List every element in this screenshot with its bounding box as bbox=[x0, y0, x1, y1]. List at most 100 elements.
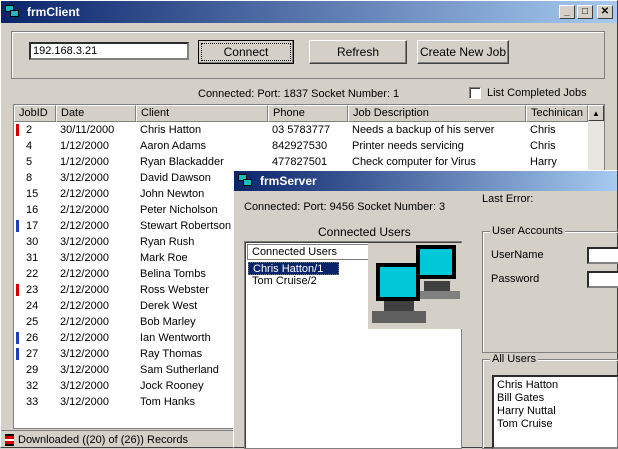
cell-text: 33 bbox=[26, 396, 39, 408]
hourglass-icon bbox=[5, 434, 14, 446]
minimize-button[interactable]: _ bbox=[559, 5, 575, 19]
list-item[interactable]: Chris Hatton bbox=[497, 379, 614, 392]
client-connection-status: Connected: Port: 1837 Socket Number: 1 bbox=[198, 88, 400, 100]
cell-text: 3/12/2000 bbox=[60, 364, 109, 376]
app-icon bbox=[238, 174, 254, 188]
maximize-button[interactable]: □ bbox=[577, 5, 593, 19]
table-cell: 22 bbox=[14, 266, 56, 282]
table-cell: 27 bbox=[14, 346, 56, 362]
last-error-label: Last Error: bbox=[482, 193, 534, 205]
cell-text: Harry bbox=[530, 156, 557, 168]
cell-text: 25 bbox=[26, 316, 39, 328]
cell-text: Aaron Adams bbox=[140, 140, 207, 152]
column-header[interactable]: JobID bbox=[14, 105, 56, 122]
checkbox-box[interactable] bbox=[469, 87, 481, 99]
cell-text: Printer needs servicing bbox=[352, 140, 464, 152]
cell-text: 16 bbox=[26, 204, 39, 216]
cell-text: Needs a backup of his server bbox=[352, 124, 495, 136]
connected-users-label: Connected Users bbox=[318, 225, 411, 239]
column-header[interactable]: Client bbox=[136, 105, 268, 122]
cell-text: Chris bbox=[530, 124, 556, 136]
cell-text: 27 bbox=[26, 348, 39, 360]
cell-text: 03 5783777 bbox=[272, 124, 331, 136]
table-row[interactable]: 5 1/12/2000 Ryan Blackadder 477827501 Check … bbox=[14, 154, 604, 170]
cell-text: David Dawson bbox=[140, 172, 211, 184]
all-users-legend: All Users bbox=[490, 353, 539, 365]
cell-text: 2/12/2000 bbox=[60, 300, 109, 312]
column-header[interactable]: Date bbox=[56, 105, 136, 122]
priority-flag-icon bbox=[16, 124, 19, 136]
user-accounts-legend: User Accounts bbox=[490, 225, 565, 237]
column-header[interactable]: Job Description bbox=[348, 105, 526, 122]
cell-text: 3/12/2000 bbox=[60, 380, 109, 392]
table-cell: 03 5783777 bbox=[268, 122, 348, 138]
table-cell: 30/11/2000 bbox=[56, 122, 136, 138]
cell-text: Derek West bbox=[140, 300, 198, 312]
password-input[interactable] bbox=[587, 271, 618, 288]
cell-text: 3/12/2000 bbox=[60, 396, 109, 408]
table-cell: 2/12/2000 bbox=[56, 186, 136, 202]
cell-text: 30 bbox=[26, 236, 39, 248]
table-cell: Chris bbox=[526, 138, 588, 154]
table-row[interactable]: 4 1/12/2000 Aaron Adams 842927530 Printer ne… bbox=[14, 138, 604, 154]
table-cell: 8 bbox=[14, 170, 56, 186]
table-row[interactable]: 2 30/11/2000 Chris Hatton 03 5783777 Needs a… bbox=[14, 122, 604, 138]
list-item[interactable]: Bill Gates bbox=[497, 392, 614, 405]
cell-text: 477827501 bbox=[272, 156, 328, 168]
column-header[interactable]: Phone bbox=[268, 105, 348, 122]
cell-text: Tom Hanks bbox=[140, 396, 196, 408]
cell-text: Ross Webster bbox=[140, 284, 209, 296]
table-cell: Chris Hatton bbox=[136, 122, 268, 138]
client-title: frmClient bbox=[27, 5, 80, 19]
list-item[interactable]: Tom Cruise bbox=[497, 418, 614, 431]
priority-flag-icon bbox=[16, 332, 19, 344]
table-cell: 2 bbox=[14, 122, 56, 138]
table-cell: 2/12/2000 bbox=[56, 298, 136, 314]
table-cell: 23 bbox=[14, 282, 56, 298]
table-cell: 30 bbox=[14, 234, 56, 250]
cell-text: 2 bbox=[26, 124, 33, 136]
table-cell: 2/12/2000 bbox=[56, 202, 136, 218]
column-header[interactable]: Techinican bbox=[526, 105, 588, 122]
table-cell: 3/12/2000 bbox=[56, 250, 136, 266]
all-users-list[interactable]: Chris Hatton Bill Gates Harry Nuttal Tom… bbox=[492, 375, 618, 449]
cell-text: Ray Thomas bbox=[140, 348, 203, 360]
table-cell: 3/12/2000 bbox=[56, 362, 136, 378]
cell-text: 24 bbox=[26, 300, 39, 312]
close-button[interactable]: ✕ bbox=[597, 5, 613, 19]
cell-text: 32 bbox=[26, 380, 39, 392]
grid-header: JobID Date Client Phone Job Description Techi… bbox=[14, 105, 604, 122]
cell-text: 4 bbox=[26, 140, 33, 152]
username-input[interactable] bbox=[587, 247, 618, 264]
priority-flag-icon bbox=[16, 220, 19, 232]
list-completed-jobs-checkbox[interactable]: List Completed Jobs bbox=[469, 87, 587, 99]
table-cell: 29 bbox=[14, 362, 56, 378]
connect-button[interactable]: Connect bbox=[198, 40, 294, 64]
cell-text: 29 bbox=[26, 364, 39, 376]
cell-text: Mark Roe bbox=[140, 252, 188, 264]
server-window: frmServer Connected: Port: 9456 Socket N… bbox=[233, 170, 618, 449]
list-item[interactable]: Chris Hatton/1 bbox=[248, 262, 339, 275]
server-titlebar[interactable]: frmServer bbox=[234, 171, 617, 191]
cell-text: 3/12/2000 bbox=[60, 236, 109, 248]
cell-text: 1/12/2000 bbox=[60, 156, 109, 168]
ip-address-input[interactable] bbox=[29, 42, 189, 60]
client-titlebar[interactable]: frmClient _ □ ✕ bbox=[1, 1, 617, 23]
cell-text: 15 bbox=[26, 188, 39, 200]
create-new-job-button[interactable]: Create New Job bbox=[417, 40, 509, 64]
table-cell: 24 bbox=[14, 298, 56, 314]
username-label: UserName bbox=[491, 249, 544, 261]
priority-flag-icon bbox=[16, 348, 19, 360]
list-item[interactable]: Harry Nuttal bbox=[497, 405, 614, 418]
cell-text: 26 bbox=[26, 332, 39, 344]
table-cell: Printer needs servicing bbox=[348, 138, 526, 154]
cell-text: 17 bbox=[26, 220, 39, 232]
cell-text: Stewart Robertson bbox=[140, 220, 232, 232]
table-cell: 2/12/2000 bbox=[56, 330, 136, 346]
table-cell: 5 bbox=[14, 154, 56, 170]
cell-text: 8 bbox=[26, 172, 33, 184]
cell-text: 2/12/2000 bbox=[60, 284, 109, 296]
scroll-up-icon[interactable]: ▲ bbox=[588, 105, 604, 121]
table-cell: 2/12/2000 bbox=[56, 314, 136, 330]
refresh-button[interactable]: Refresh bbox=[309, 40, 407, 64]
